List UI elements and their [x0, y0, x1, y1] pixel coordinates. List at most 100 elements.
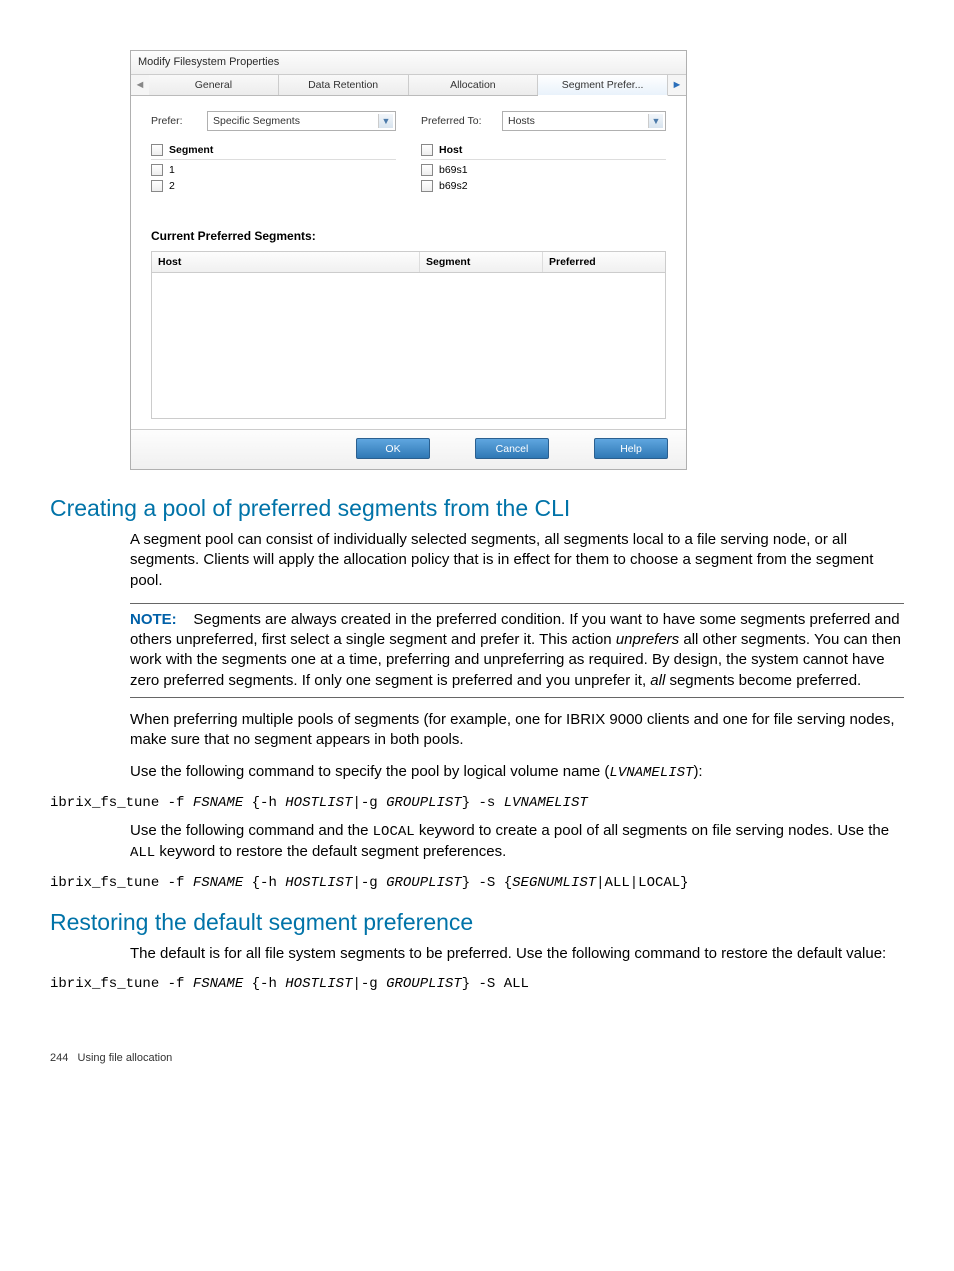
code-inline: ALL — [130, 845, 155, 861]
code: |ALL|LOCAL} — [596, 875, 688, 891]
list-item[interactable]: b69s2 — [421, 178, 666, 194]
para: Use the following command to specify the… — [130, 762, 904, 783]
form-row: Prefer: Specific Segments ▼ Preferred To… — [151, 111, 666, 131]
preferred-to-value: Hosts — [508, 115, 535, 127]
para: Use the following command and the LOCAL … — [130, 821, 904, 863]
checkbox[interactable] — [151, 164, 163, 176]
host-item: b69s2 — [439, 180, 468, 192]
code: |-g — [352, 976, 386, 992]
checkbox[interactable] — [151, 180, 163, 192]
code-ital: FSNAME — [193, 795, 243, 811]
heading-restoring-default: Restoring the default segment preference — [50, 909, 904, 936]
code: |-g — [352, 795, 386, 811]
code-inline: LVNAMELIST — [609, 765, 693, 781]
code: } -S { — [462, 875, 512, 891]
tab-strip: ◄ General Data Retention Allocation Segm… — [131, 75, 686, 96]
para: A segment pool can consist of individual… — [130, 530, 904, 591]
grid-body — [151, 273, 666, 419]
grid-header: Host Segment Preferred — [151, 251, 666, 273]
tab-general[interactable]: General — [149, 75, 279, 95]
code: ibrix_fs_tune -f — [50, 875, 193, 891]
lists-row: Segment 1 2 H — [151, 141, 666, 194]
checkbox[interactable] — [421, 164, 433, 176]
text: keyword to restore the default segment p… — [155, 843, 506, 860]
note-text-ital: all — [650, 672, 665, 689]
code: {-h — [243, 795, 285, 811]
code-ital: SEGNUMLIST — [512, 875, 596, 891]
checkbox[interactable] — [151, 144, 163, 156]
code: {-h — [243, 976, 285, 992]
segment-item: 2 — [169, 180, 175, 192]
heading-creating-pool: Creating a pool of preferred segments fr… — [50, 495, 904, 522]
code-ital: GROUPLIST — [386, 976, 462, 992]
host-header-label: Host — [439, 144, 462, 156]
code-inline: LOCAL — [373, 824, 415, 840]
code: } -S ALL — [462, 976, 529, 992]
cancel-button[interactable]: Cancel — [475, 438, 549, 459]
code: } -s — [462, 795, 504, 811]
code: ibrix_fs_tune -f — [50, 795, 193, 811]
code-ital: LVNAMELIST — [504, 795, 588, 811]
text: ): — [693, 763, 702, 780]
page-number: 244 — [50, 1052, 68, 1064]
para: When preferring multiple pools of segmen… — [130, 710, 904, 751]
host-item: b69s1 — [439, 164, 468, 176]
code-block: ibrix_fs_tune -f FSNAME {-h HOSTLIST|-g … — [50, 976, 904, 992]
tab-segment-prefer[interactable]: Segment Prefer... — [538, 75, 668, 96]
code-ital: GROUPLIST — [386, 875, 462, 891]
dialog-title: Modify Filesystem Properties — [131, 51, 686, 75]
grid-col-preferred[interactable]: Preferred — [543, 252, 665, 272]
preferred-to-label: Preferred To: — [421, 115, 496, 127]
text: Use the following command to specify the… — [130, 763, 609, 780]
prefer-value: Specific Segments — [213, 115, 300, 127]
ok-button[interactable]: OK — [356, 438, 430, 459]
dialog-container: Modify Filesystem Properties ◄ General D… — [130, 50, 904, 470]
text: keyword to create a pool of all segments… — [415, 822, 889, 839]
note-text: segments become preferred. — [665, 672, 861, 689]
checkbox[interactable] — [421, 180, 433, 192]
help-button[interactable]: Help — [594, 438, 668, 459]
grid-col-host[interactable]: Host — [152, 252, 420, 272]
code-ital: FSNAME — [193, 976, 243, 992]
prefer-col: Prefer: Specific Segments ▼ — [151, 111, 396, 131]
note-text-ital: unprefers — [616, 631, 679, 648]
checkbox[interactable] — [421, 144, 433, 156]
host-header[interactable]: Host — [421, 141, 666, 160]
code: {-h — [243, 875, 285, 891]
chevron-down-icon: ▼ — [378, 114, 393, 128]
note-label: NOTE: — [130, 611, 177, 628]
segment-header[interactable]: Segment — [151, 141, 396, 160]
para: The default is for all file system segme… — [130, 944, 904, 964]
code-block: ibrix_fs_tune -f FSNAME {-h HOSTLIST|-g … — [50, 875, 904, 891]
code-ital: GROUPLIST — [386, 795, 462, 811]
preferred-to-combo[interactable]: Hosts ▼ — [502, 111, 666, 131]
tab-allocation[interactable]: Allocation — [409, 75, 539, 95]
page: Modify Filesystem Properties ◄ General D… — [0, 0, 954, 1094]
code-ital: HOSTLIST — [285, 875, 352, 891]
tab-data-retention[interactable]: Data Retention — [279, 75, 409, 95]
current-preferred-segments-title: Current Preferred Segments: — [151, 229, 666, 243]
tab-scroll-left[interactable]: ◄ — [131, 79, 149, 91]
tab-scroll-right[interactable]: ► — [668, 79, 686, 91]
grid-col-segment[interactable]: Segment — [420, 252, 543, 272]
code-ital: HOSTLIST — [285, 795, 352, 811]
prefer-combo[interactable]: Specific Segments ▼ — [207, 111, 396, 131]
text: Use the following command and the — [130, 822, 373, 839]
modify-filesystem-dialog: Modify Filesystem Properties ◄ General D… — [130, 50, 687, 470]
list-item[interactable]: b69s1 — [421, 162, 666, 178]
arrow-left-icon: ◄ — [135, 79, 146, 91]
chevron-down-icon: ▼ — [648, 114, 663, 128]
footer-section: Using file allocation — [78, 1052, 173, 1064]
code: |-g — [352, 875, 386, 891]
segment-item: 1 — [169, 164, 175, 176]
list-item[interactable]: 2 — [151, 178, 396, 194]
arrow-right-icon: ► — [672, 79, 683, 91]
segment-list: Segment 1 2 — [151, 141, 396, 194]
segment-header-label: Segment — [169, 144, 213, 156]
list-item[interactable]: 1 — [151, 162, 396, 178]
note-block: NOTE: Segments are always created in the… — [130, 603, 904, 698]
dialog-footer: OK Cancel Help — [131, 429, 686, 469]
code-ital: FSNAME — [193, 875, 243, 891]
code-ital: HOSTLIST — [285, 976, 352, 992]
dialog-body: Prefer: Specific Segments ▼ Preferred To… — [131, 96, 686, 429]
